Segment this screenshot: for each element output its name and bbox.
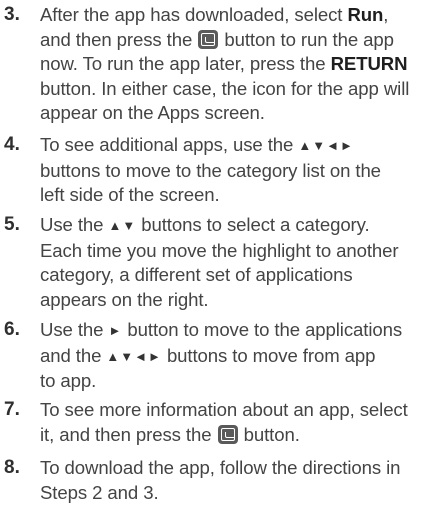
enter-button-icon <box>217 424 238 444</box>
return-button-label: RETURN <box>330 53 408 75</box>
step-number: 6. <box>4 319 20 340</box>
step-3: 3. After the app has downloaded, select … <box>0 3 446 126</box>
step-number: 8. <box>4 457 20 478</box>
step-text: After the app has downloaded, select Run… <box>40 4 410 124</box>
run-option: Run <box>347 4 384 25</box>
step-text: To see more information about an app, se… <box>40 399 408 445</box>
step-text: Use the ► button to move to the applicat… <box>40 319 403 392</box>
step-text: To download the app, follow the directio… <box>40 457 401 503</box>
step-number: 3. <box>4 4 20 25</box>
step-4: 4. To see additional apps, use the ▲▼◄► … <box>0 133 446 208</box>
step-number: 7. <box>4 399 20 420</box>
step-5: 5. Use the ▲▼ buttons to select a catego… <box>0 213 446 312</box>
enter-button-icon <box>198 29 219 49</box>
arrow-buttons-icon: ▲▼◄► <box>298 138 354 153</box>
up-down-arrows-icon: ▲▼ <box>108 218 137 233</box>
step-8: 8. To download the app, follow the direc… <box>0 456 446 505</box>
step-text: To see additional apps, use the ▲▼◄► but… <box>40 134 381 206</box>
step-7: 7. To see more information about an app,… <box>0 398 446 447</box>
arrow-buttons-icon: ▲▼◄► <box>106 348 162 364</box>
step-number: 5. <box>4 214 20 235</box>
step-number: 4. <box>4 134 20 155</box>
instructions-page: 3. After the app has downloaded, select … <box>0 0 446 524</box>
step-6: 6. Use the ► button to move to the appli… <box>0 318 446 394</box>
right-arrow-icon: ► <box>108 323 123 338</box>
step-text: Use the ▲▼ buttons to select a category.… <box>40 214 399 310</box>
